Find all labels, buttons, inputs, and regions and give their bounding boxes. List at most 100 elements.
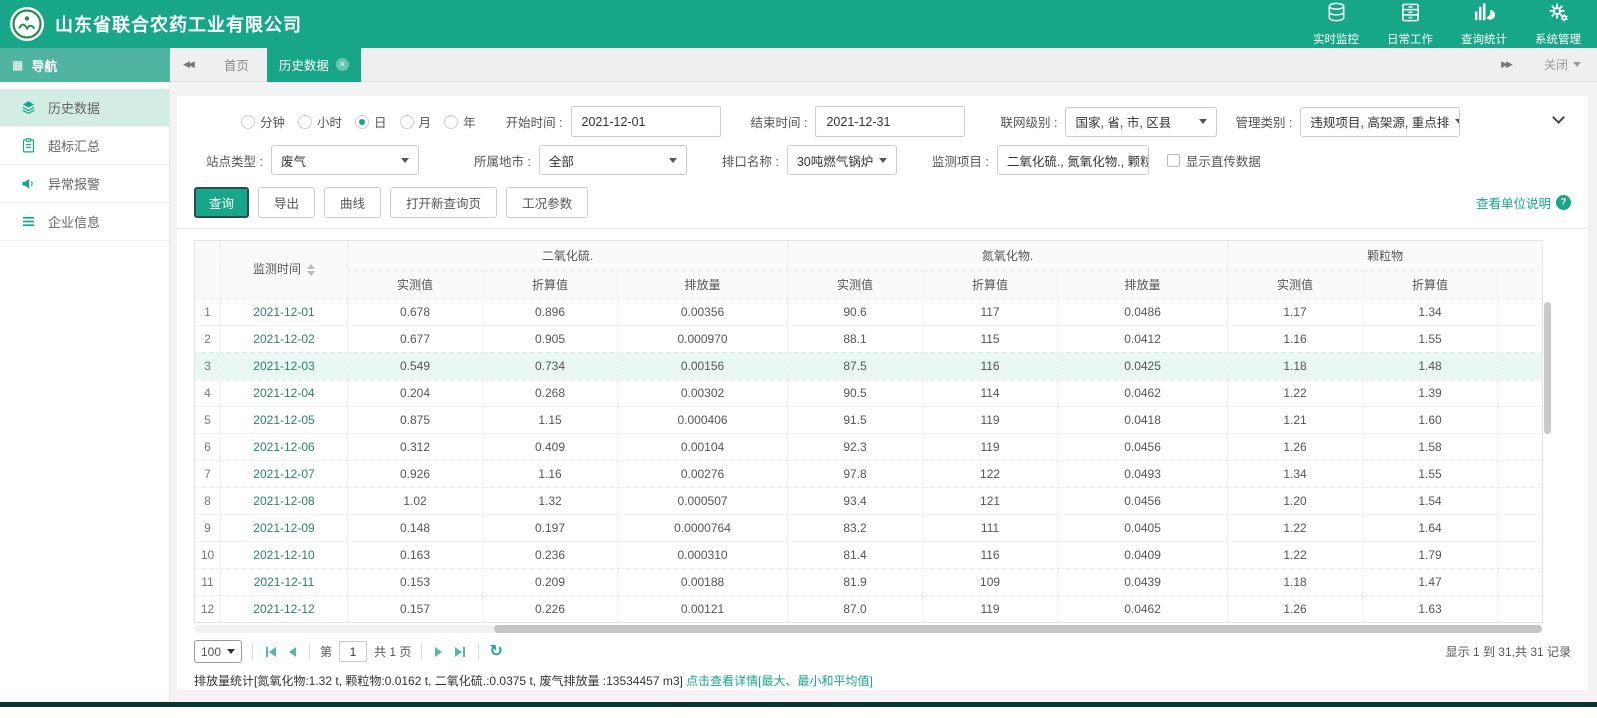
tabs-scroll-right-icon[interactable]: ▶▶: [1488, 59, 1524, 70]
table-row[interactable]: 4 2021-12-04 0.204 0.268 0.00302 90.5 114 0.046…: [194, 379, 1544, 407]
sidebar-item-abnormal-alarm[interactable]: 异常报警: [0, 165, 169, 203]
city-value: 全部: [548, 154, 574, 169]
last-page-button[interactable]: [452, 646, 468, 657]
refresh-icon[interactable]: ↻: [489, 643, 502, 660]
sidebar-item-exceed-summary[interactable]: 超标汇总: [0, 127, 169, 165]
table-row[interactable]: 12 2021-12-12 0.157 0.226 0.00121 87.0 119 0.04…: [194, 595, 1544, 623]
first-page-button[interactable]: [263, 646, 279, 657]
collapse-filters-icon[interactable]: [1552, 111, 1565, 124]
company-title: 山东省联合农药工业有限公司: [55, 15, 302, 35]
condition-params-button[interactable]: 工况参数: [506, 187, 589, 218]
radio-circle-icon: [241, 114, 255, 129]
col-subheader: 折算值: [922, 270, 1059, 299]
value-cell: 1.26: [1227, 595, 1364, 623]
table-row[interactable]: 9 2021-12-09 0.148 0.197 0.0000764 83.2 111 0.0…: [194, 514, 1544, 542]
period-radio-分钟[interactable]: 分钟: [241, 112, 285, 131]
monitor-time-cell: 2021-12-02: [220, 325, 348, 353]
value-cell: 0.157: [347, 595, 483, 623]
network-level-value: 国家, 省, 市, 区县: [1075, 116, 1172, 130]
chevron-down-icon: [668, 157, 677, 167]
value-cell: 1.79: [1362, 541, 1499, 569]
table-row[interactable]: 3 2021-12-03 0.549 0.734 0.00156 87.5 116 0.042…: [194, 352, 1544, 380]
monitor-time-cell: 2021-12-04: [220, 379, 348, 407]
close-tabs-menu[interactable]: 关闭: [1544, 56, 1581, 73]
detail-link[interactable]: 点击查看详情[最大、最小和平均值]: [686, 674, 873, 688]
col-header-index: [194, 240, 221, 299]
prev-page-button[interactable]: [286, 646, 299, 657]
topnav-daily-work[interactable]: 日常工作: [1387, 1, 1433, 47]
page-suffix: 共 1 页: [374, 645, 412, 659]
open-new-query-button[interactable]: 打开新查询页: [390, 187, 498, 218]
table-row[interactable]: 10 2021-12-10 0.163 0.236 0.000310 81.4 116 0.0…: [194, 541, 1544, 569]
value-cell: 87.5: [787, 352, 924, 380]
start-time-input[interactable]: [570, 106, 721, 137]
site-type-select[interactable]: 废气: [270, 145, 419, 175]
chevron-down-icon: [1199, 119, 1208, 128]
query-button[interactable]: 查询: [194, 187, 250, 218]
vertical-scrollbar[interactable]: [1544, 302, 1551, 434]
page-number-input[interactable]: [339, 641, 368, 662]
col-header-time[interactable]: 监测时间: [220, 240, 348, 299]
city-select[interactable]: 全部: [538, 145, 687, 175]
col-subheader: 实测值: [1227, 270, 1364, 299]
manage-type-select[interactable]: 违规项目, 高架源, 重点排: [1300, 106, 1461, 137]
horizontal-scrollbar: [194, 625, 1542, 633]
chevron-down-icon: [400, 157, 409, 167]
main-page: 分钟 小时 日 月 年 开始时间 : 结束时间 : 联网级别 : 国家, 省, 市, 区…: [170, 82, 1597, 702]
col-subheader: 实测值: [787, 270, 924, 299]
sidebar: 历史数据超标汇总 异常报警 企业信息: [0, 82, 170, 702]
topnav-realtime-monitor[interactable]: 实时监控: [1313, 1, 1359, 47]
table-row[interactable]: 7 2021-12-07 0.926 1.16 0.00276 97.8 122 0.0493…: [194, 460, 1544, 488]
row-index-cell: 7: [194, 460, 221, 488]
sidebar-item-company-info[interactable]: 企业信息: [0, 203, 169, 241]
table-row[interactable]: 11 2021-12-11 0.153 0.209 0.00188 81.9 109 0.04…: [194, 568, 1544, 596]
value-cell: 111: [922, 514, 1059, 542]
value-cell: 0.0439: [1057, 568, 1229, 596]
value-cell: 1.02: [347, 487, 483, 515]
value-cell: 0.226: [482, 595, 618, 623]
value-cell: 1.48: [1362, 352, 1499, 380]
network-level-select[interactable]: 国家, 省, 市, 区县: [1065, 106, 1218, 137]
table-row[interactable]: 5 2021-12-05 0.875 1.15 0.000406 91.5 119 0.041…: [194, 406, 1544, 434]
close-tab-icon[interactable]: ×: [335, 58, 349, 71]
sidebar-item-history-data[interactable]: 历史数据: [0, 89, 169, 127]
tab-label: 历史数据: [278, 59, 329, 73]
period-radio-月[interactable]: 月: [399, 112, 431, 131]
divider: [421, 643, 423, 660]
unit-description-link[interactable]: 查看单位说明 ?: [1476, 193, 1571, 212]
tab-home[interactable]: 首页: [206, 48, 267, 82]
tabs-scroll-left-icon[interactable]: ◀◀: [170, 59, 206, 70]
sidebar-item-label: 历史数据: [48, 101, 101, 116]
topnav-system-manage[interactable]: 系统管理: [1535, 1, 1581, 47]
outlet-select[interactable]: 30吨燃气锅炉: [786, 145, 897, 175]
chevron-down-icon: [1573, 62, 1581, 71]
curve-button[interactable]: 曲线: [324, 187, 382, 218]
value-cell: 0.0425: [1057, 352, 1229, 380]
value-cell: 1.22: [1227, 514, 1364, 542]
monitor-items-select[interactable]: 二氧化硫., 氮氧化物., 颗粒: [996, 145, 1149, 175]
value-cell: 0.0462: [1057, 595, 1229, 623]
value-cell: 1.20: [1227, 487, 1364, 515]
value-cell: 1.16: [1227, 325, 1364, 353]
start-time-label: 开始时间 :: [505, 116, 563, 130]
next-page-button[interactable]: [432, 646, 445, 657]
tab-history-data[interactable]: 历史数据 ×: [266, 47, 361, 82]
table-row[interactable]: 6 2021-12-06 0.312 0.409 0.00104 92.3 119 0.045…: [194, 433, 1544, 461]
export-button[interactable]: 导出: [258, 187, 316, 218]
value-cell: [1497, 460, 1544, 488]
col-group-2: 颗粒物: [1227, 240, 1544, 271]
period-radio-小时[interactable]: 小时: [298, 112, 342, 131]
table-row[interactable]: 8 2021-12-08 1.02 1.32 0.000507 93.4 121 0.0456…: [194, 487, 1544, 515]
topnav-query-stats[interactable]: 查询统计: [1461, 1, 1507, 47]
period-radio-日[interactable]: 日: [355, 112, 387, 131]
page-size-select[interactable]: 100: [194, 640, 242, 663]
direct-data-checkbox[interactable]: [1166, 153, 1180, 167]
value-cell: 0.0493: [1057, 460, 1229, 488]
table-row[interactable]: 1 2021-12-01 0.678 0.896 0.00356 90.6 117 0.048…: [194, 298, 1544, 326]
col-subheader: 折算值: [482, 270, 618, 299]
row-index-cell: 9: [194, 514, 221, 542]
end-time-input[interactable]: [815, 106, 966, 137]
period-radio-年[interactable]: 年: [444, 112, 476, 131]
table-row[interactable]: 2 2021-12-02 0.677 0.905 0.000970 88.1 115 0.04…: [194, 325, 1544, 353]
horizontal-scrollbar-thumb[interactable]: [494, 625, 1542, 633]
